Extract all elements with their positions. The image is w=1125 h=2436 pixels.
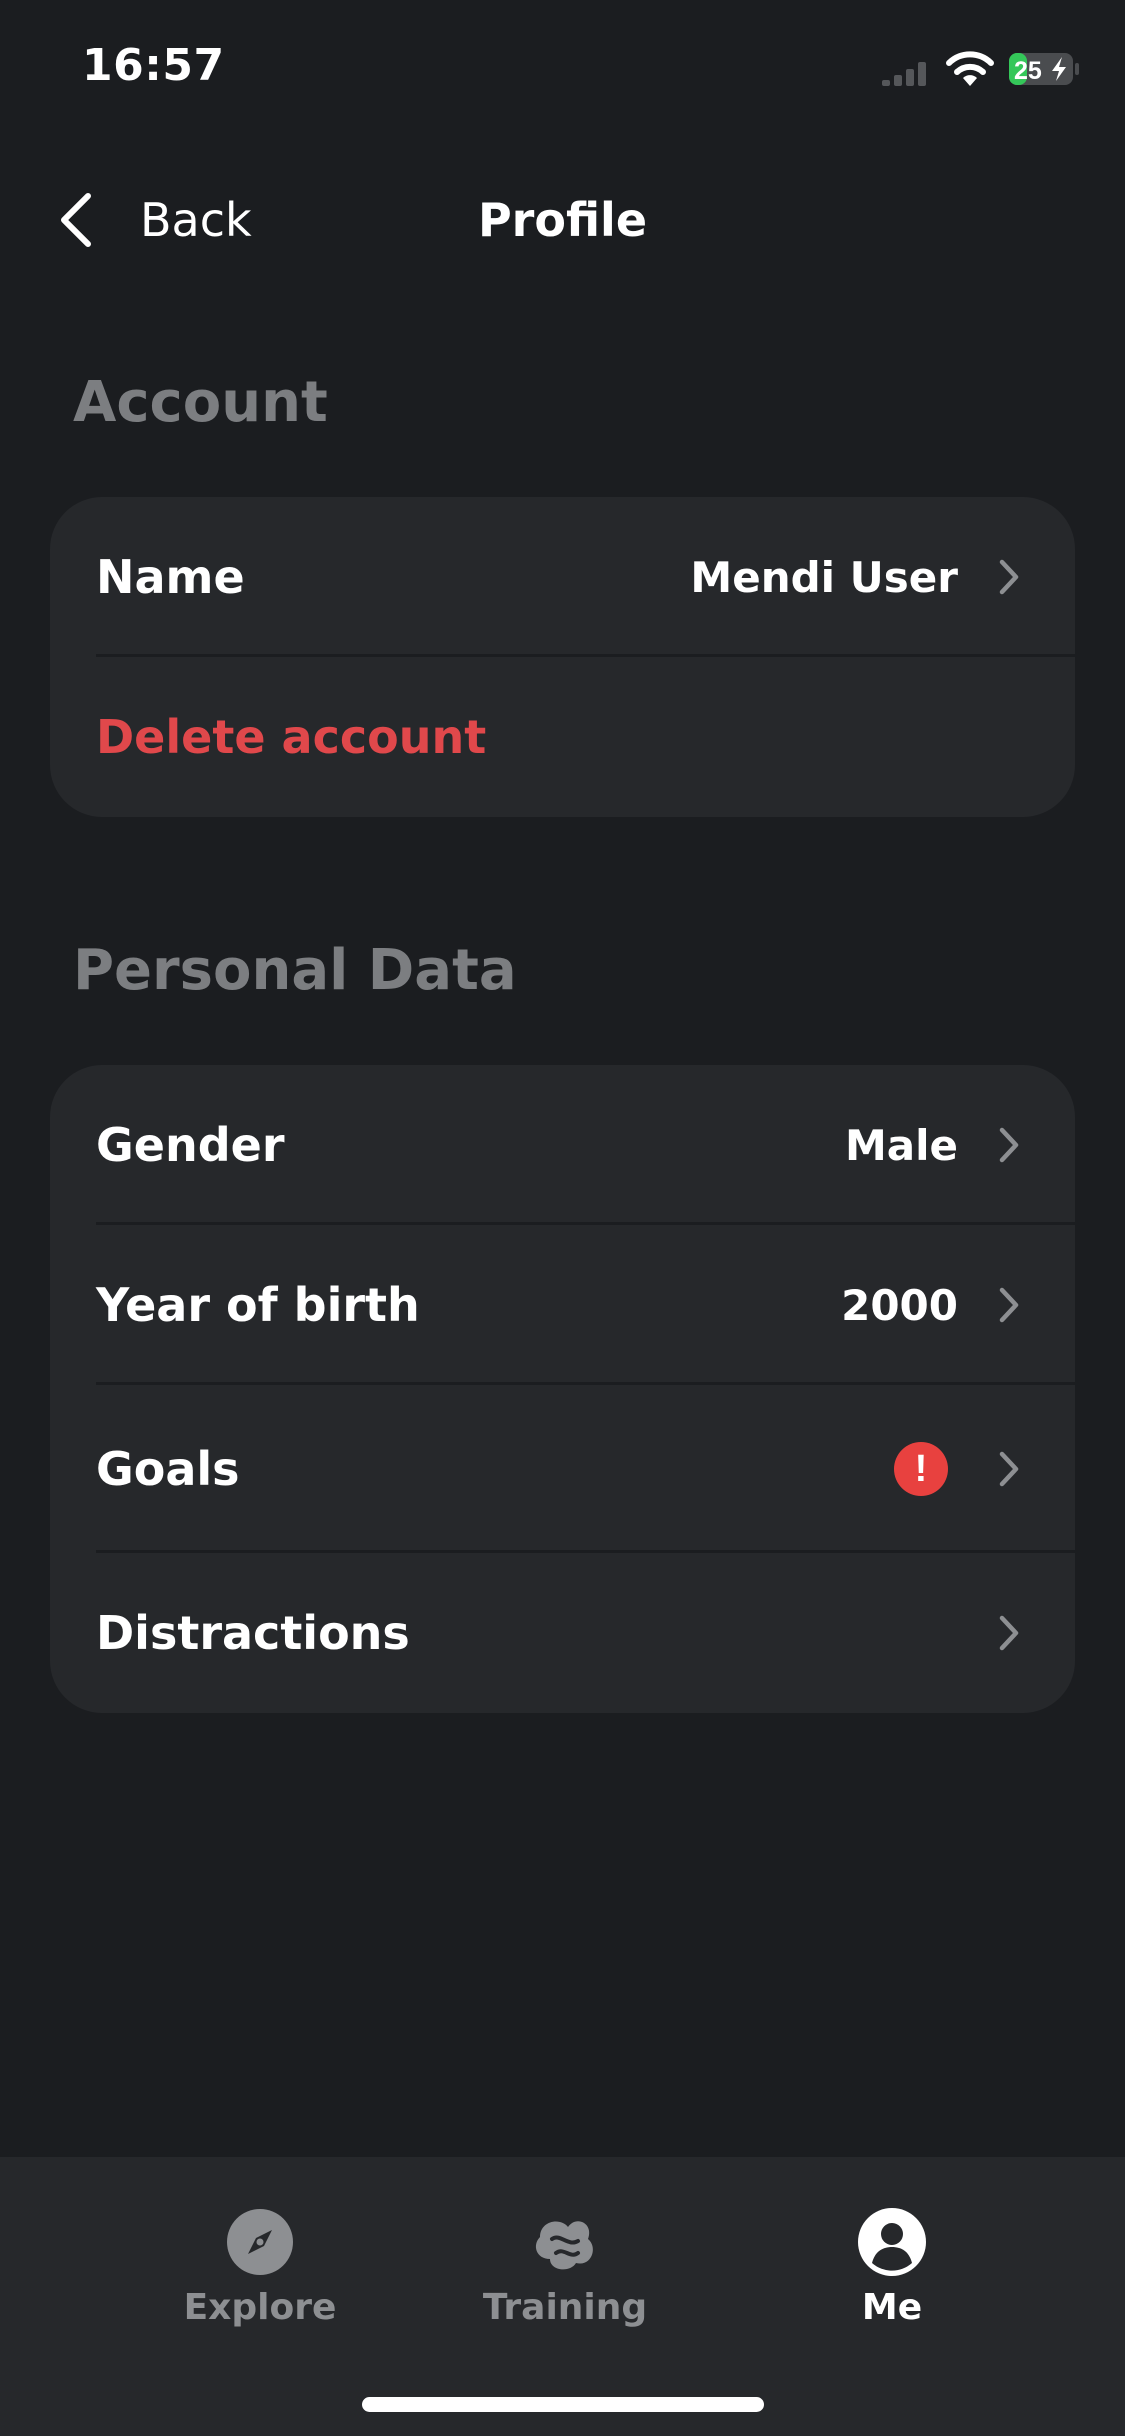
status-bar: 16:57 25 [0,0,1125,140]
person-icon [858,2208,926,2276]
distractions-row[interactable]: Distractions [50,1553,1075,1713]
tab-training[interactable]: Training [455,2207,675,2347]
personal-data-card: Gender Male Year of birth 2000 Goals ! D… [50,1065,1075,1713]
tab-training-label: Training [482,2287,648,2328]
chevron-right-icon [999,1127,1019,1163]
chevron-right-icon [999,559,1019,595]
nav-header: Back Profile [0,170,1125,270]
delete-account-row[interactable]: Delete account [50,657,1075,817]
name-value: Mendi User [690,552,958,602]
home-indicator [362,2397,764,2412]
personal-data-heading: Personal Data [73,938,517,1003]
brain-icon [535,2221,593,2270]
tab-bar: Explore Training Me [0,2157,1125,2436]
year-of-birth-label: Year of birth [96,1278,420,1332]
distractions-label: Distractions [96,1606,410,1660]
gender-value: Male [844,1120,958,1170]
name-label: Name [96,550,245,604]
tab-explore[interactable]: Explore [150,2207,370,2347]
gender-row[interactable]: Gender Male [50,1065,1075,1225]
delete-account-button[interactable]: Delete account [96,710,486,764]
year-of-birth-value: 2000 [841,1280,958,1330]
account-card: Name Mendi User Delete account [50,497,1075,817]
battery-icon: 25 [1009,53,1079,85]
battery-level-text: 25 [1014,57,1042,85]
year-of-birth-row[interactable]: Year of birth 2000 [50,1225,1075,1385]
compass-icon [227,2209,293,2275]
page-title: Profile [477,193,648,247]
tab-me-label: Me [861,2287,923,2328]
gender-label: Gender [96,1118,285,1172]
wifi-icon [946,51,994,86]
tab-me[interactable]: Me [782,2207,1002,2347]
account-heading: Account [73,370,328,435]
status-time: 16:57 [82,40,225,91]
tab-explore-label: Explore [183,2287,337,2328]
name-row[interactable]: Name Mendi User [50,497,1075,657]
chevron-right-icon [999,1451,1019,1487]
chevron-right-icon [999,1287,1019,1323]
goals-label: Goals [96,1442,240,1496]
chevron-right-icon [999,1615,1019,1651]
cellular-signal-icon [882,62,926,86]
goals-row[interactable]: Goals ! [50,1385,1075,1553]
alert-icon: ! [894,1442,948,1496]
